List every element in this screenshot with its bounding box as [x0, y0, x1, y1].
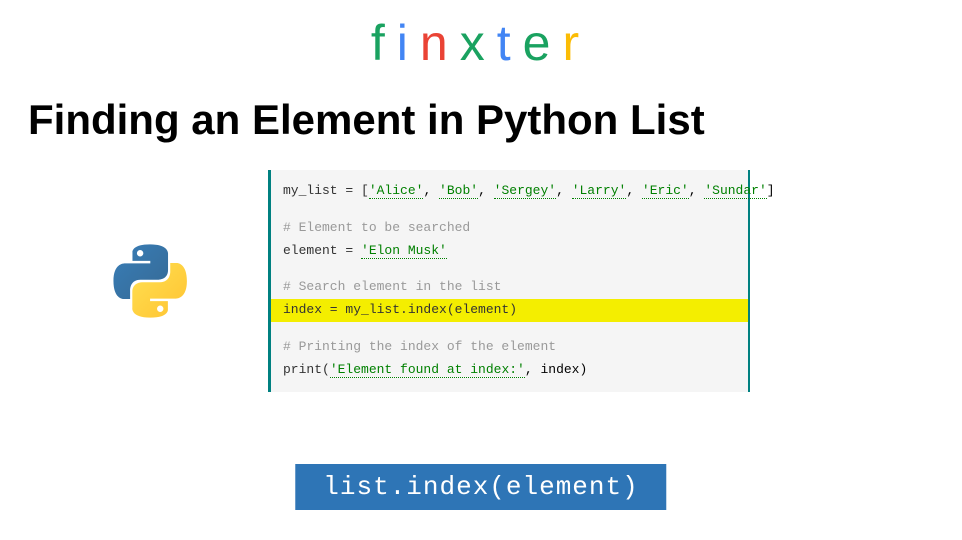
code-comment-2: # Search element in the list — [271, 276, 748, 299]
code-comment-1: # Element to be searched — [271, 217, 748, 240]
code-line-4: print('Element found at index:', index) — [271, 359, 748, 382]
method-signature-box: list.index(element) — [295, 464, 666, 510]
logo-letter-e: e — [523, 14, 563, 72]
brand-logo: finxter — [0, 0, 962, 72]
code-comment-3: # Printing the index of the element — [271, 336, 748, 359]
logo-letter-t: t — [497, 14, 523, 72]
python-icon — [112, 243, 188, 319]
logo-letter-n: n — [420, 14, 460, 72]
logo-letter-f: f — [371, 14, 397, 72]
code-line-1: my_list = ['Alice', 'Bob', 'Sergey', 'La… — [271, 180, 748, 203]
page-title: Finding an Element in Python List — [0, 72, 962, 144]
logo-letter-x: x — [460, 14, 497, 72]
content-row: my_list = ['Alice', 'Bob', 'Sergey', 'La… — [0, 170, 962, 392]
code-line-highlighted: index = my_list.index(element) — [271, 299, 748, 322]
code-line-2: element = 'Elon Musk' — [271, 240, 748, 263]
logo-letter-r: r — [562, 14, 591, 72]
logo-letter-i: i — [397, 14, 420, 72]
code-block: my_list = ['Alice', 'Bob', 'Sergey', 'La… — [268, 170, 750, 392]
